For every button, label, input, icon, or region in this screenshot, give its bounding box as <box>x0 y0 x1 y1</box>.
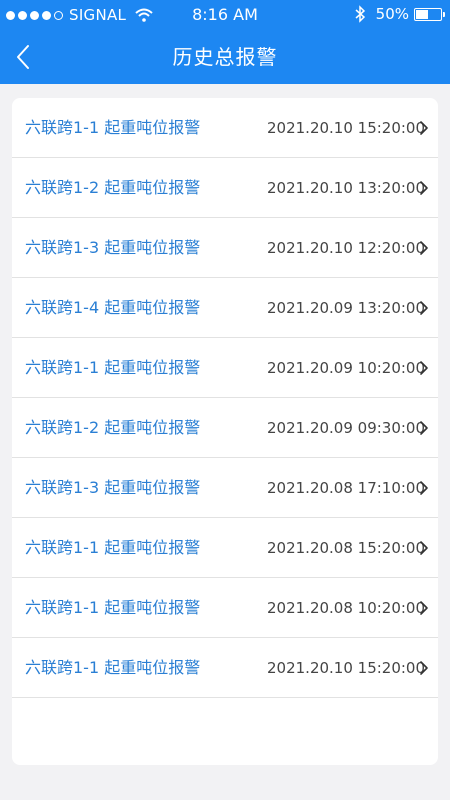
battery-icon <box>414 7 445 21</box>
chevron-right-icon <box>420 601 428 615</box>
alarm-title: 六联跨1-4 起重吨位报警 <box>25 298 201 317</box>
alarm-time: 2021.20.08 15:20:00 <box>267 539 426 557</box>
chevron-right-icon <box>420 241 428 255</box>
list-item[interactable]: 六联跨1-4 起重吨位报警 2021.20.09 13:20:00 <box>12 278 438 338</box>
alarm-title: 六联跨1-3 起重吨位报警 <box>25 478 201 497</box>
status-right: 50% <box>354 5 445 23</box>
bluetooth-icon <box>355 5 365 23</box>
list-item[interactable]: 六联跨1-1 起重吨位报警 2021.20.10 15:20:00 <box>12 98 438 158</box>
alarm-time: 2021.20.08 17:10:00 <box>267 479 426 497</box>
list-item[interactable]: 六联跨1-1 起重吨位报警 2021.20.09 10:20:00 <box>12 338 438 398</box>
alarm-list: 六联跨1-1 起重吨位报警 2021.20.10 15:20:00 六联跨1-2 起… <box>12 98 438 765</box>
battery-percent: 50% <box>375 5 409 23</box>
alarm-title: 六联跨1-1 起重吨位报警 <box>25 118 201 137</box>
list-item[interactable]: 六联跨1-3 起重吨位报警 2021.20.10 12:20:00 <box>12 218 438 278</box>
chevron-right-icon <box>420 361 428 375</box>
alarm-time: 2021.20.08 10:20:00 <box>267 599 426 617</box>
page-title: 历史总报警 <box>172 45 278 69</box>
alarm-time: 2021.20.10 15:20:00 <box>267 659 426 677</box>
alarm-time: 2021.20.10 12:20:00 <box>267 239 426 257</box>
alarm-time: 2021.20.09 13:20:00 <box>267 299 426 317</box>
list-item[interactable]: 六联跨1-3 起重吨位报警 2021.20.08 17:10:00 <box>12 458 438 518</box>
alarm-title: 六联跨1-1 起重吨位报警 <box>25 358 201 377</box>
chevron-right-icon <box>420 421 428 435</box>
chevron-right-icon <box>420 121 428 135</box>
alarm-time: 2021.20.09 09:30:00 <box>267 419 426 437</box>
chevron-right-icon <box>420 481 428 495</box>
status-bar: SIGNAL 8:16 AM 50% <box>0 0 450 30</box>
list-item[interactable]: 六联跨1-2 起重吨位报警 2021.20.10 13:20:00 <box>12 158 438 218</box>
battery-level <box>416 9 428 19</box>
chevron-right-icon <box>420 301 428 315</box>
alarm-title: 六联跨1-1 起重吨位报警 <box>25 598 201 617</box>
list-item[interactable]: 六联跨1-1 起重吨位报警 2021.20.08 10:20:00 <box>12 578 438 638</box>
alarm-title: 六联跨1-1 起重吨位报警 <box>25 658 201 677</box>
list-item[interactable]: 六联跨1-1 起重吨位报警 2021.20.10 15:20:00 <box>12 638 438 698</box>
alarm-title: 六联跨1-3 起重吨位报警 <box>25 238 201 257</box>
chevron-right-icon <box>420 661 428 675</box>
list-item[interactable]: 六联跨1-1 起重吨位报警 2021.20.08 15:20:00 <box>12 518 438 578</box>
alarm-time: 2021.20.10 15:20:00 <box>267 119 426 137</box>
alarm-title: 六联跨1-1 起重吨位报警 <box>25 538 201 557</box>
nav-bar: 历史总报警 <box>0 30 450 84</box>
list-item[interactable]: 六联跨1-2 起重吨位报警 2021.20.09 09:30:00 <box>12 398 438 458</box>
alarm-time: 2021.20.09 10:20:00 <box>267 359 426 377</box>
alarm-title: 六联跨1-2 起重吨位报警 <box>25 418 201 437</box>
alarm-title: 六联跨1-2 起重吨位报警 <box>25 178 201 197</box>
alarm-time: 2021.20.10 13:20:00 <box>267 179 426 197</box>
chevron-right-icon <box>420 181 428 195</box>
battery-tip <box>443 11 445 17</box>
chevron-right-icon <box>420 541 428 555</box>
